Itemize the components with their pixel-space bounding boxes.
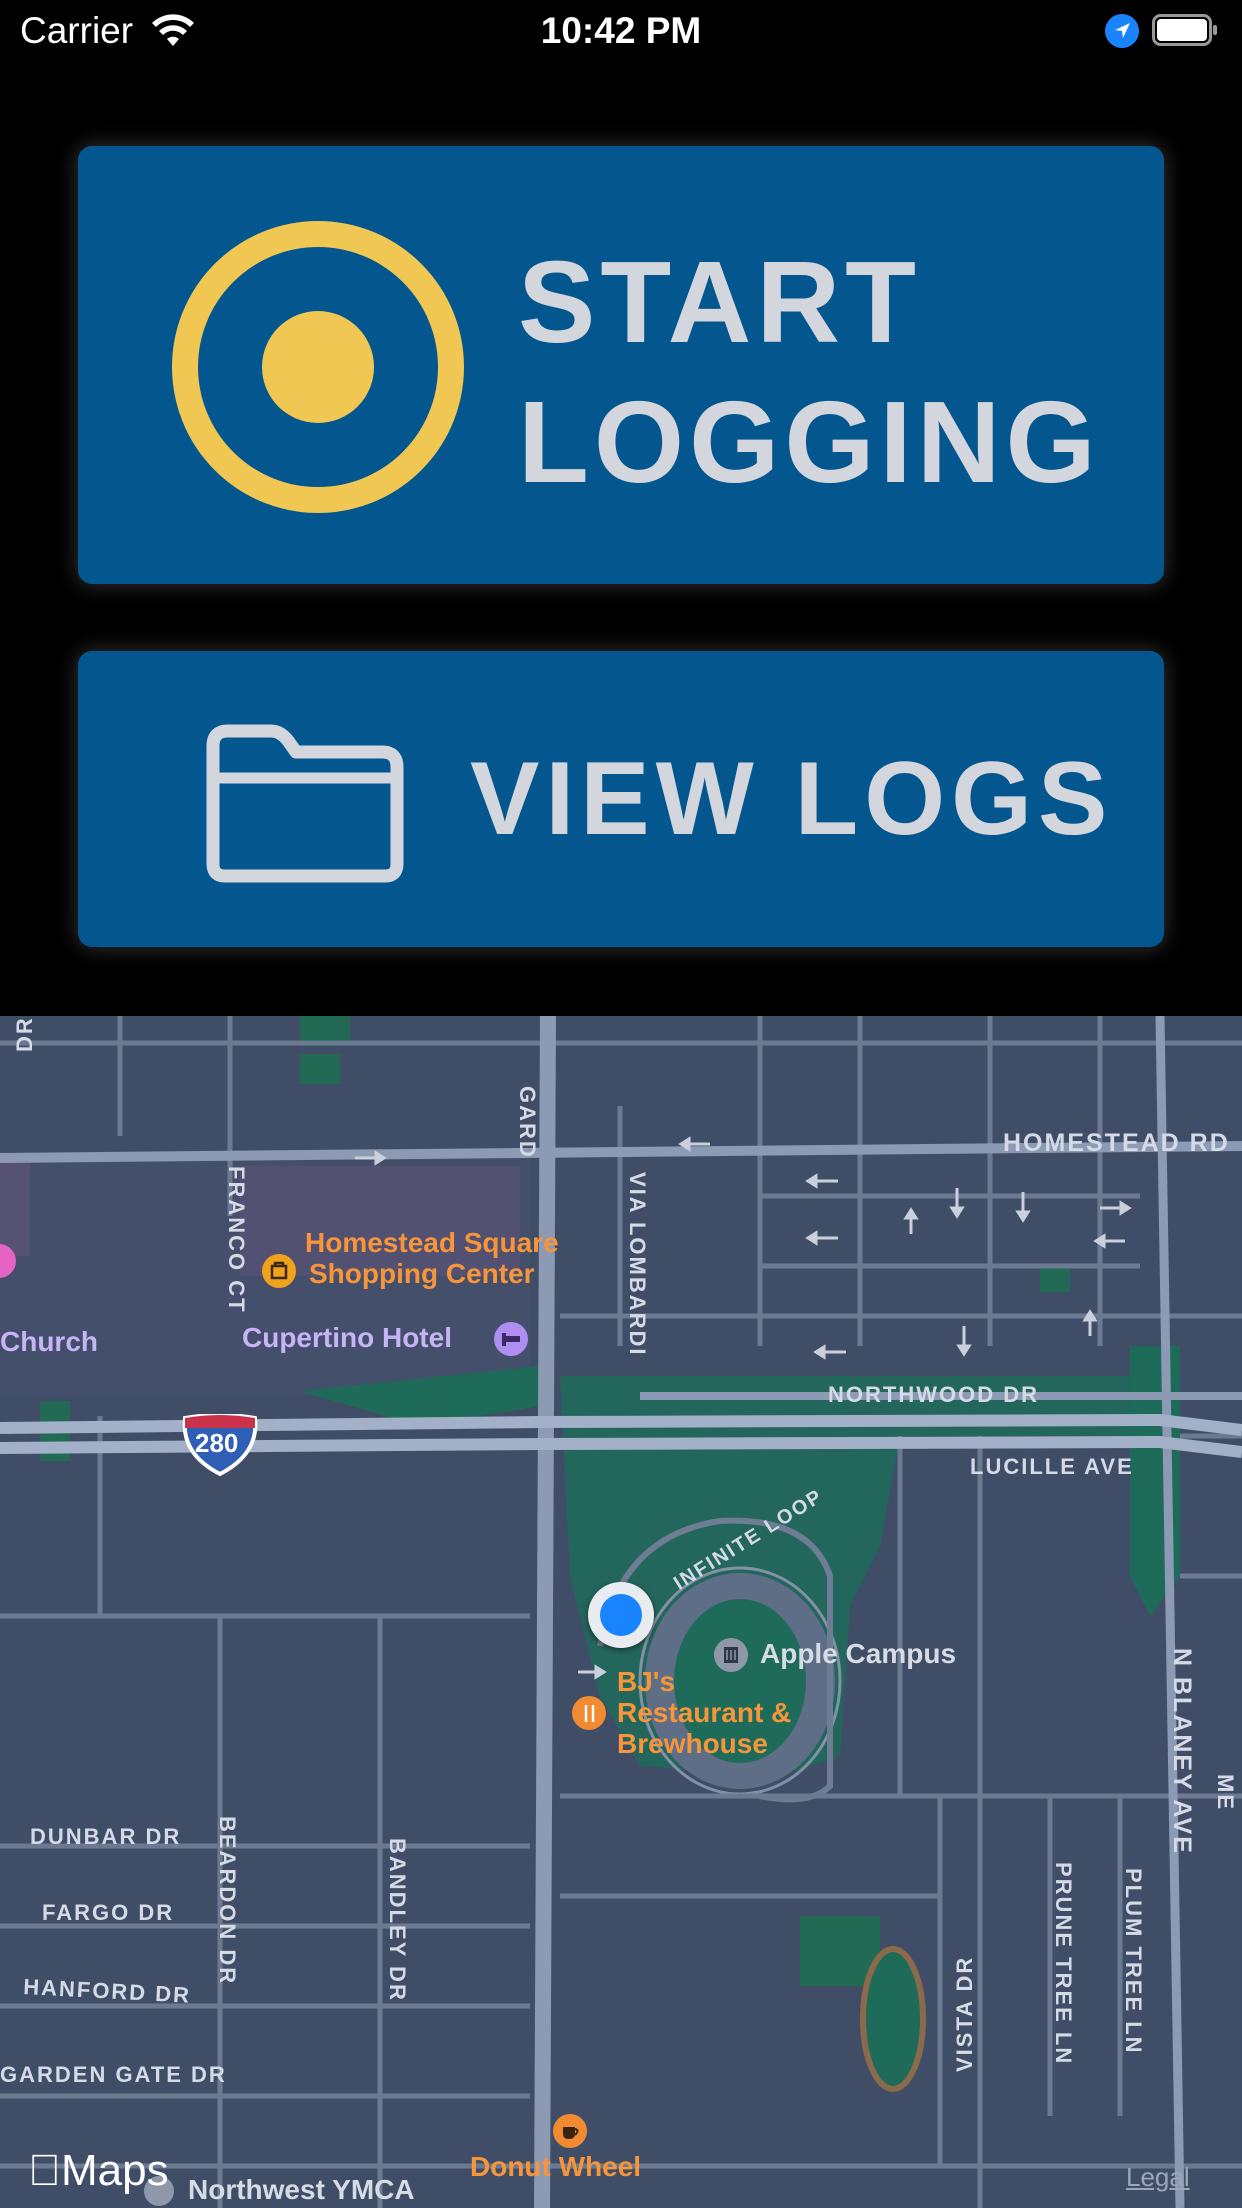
street-label: FARGO DR (42, 1900, 175, 1925)
apple-logo-icon:  (28, 2146, 61, 2195)
interstate-280-label: 280 (195, 1428, 239, 1458)
map-view[interactable]: DR GARD HOMESTEAD RD FRANCO CT VIA LOMBA… (0, 1016, 1242, 2208)
view-logs-label: VIEW LOGS (470, 741, 1114, 857)
poi-northwest-ymca[interactable]: Northwest YMCA (188, 2174, 415, 2206)
street-label: HOMESTEAD RD (1003, 1129, 1230, 1157)
poi-bjs-line2: Restaurant & (617, 1697, 792, 1728)
poi-cupertino-hotel[interactable]: Cupertino Hotel (242, 1322, 452, 1354)
street-label: N BLANEY AVE (1168, 1648, 1196, 1855)
poi-homestead-square-line2: Shopping Center (309, 1258, 535, 1289)
street-label: DUNBAR DR (30, 1824, 182, 1849)
poi-homestead-square-line1: Homestead Square (305, 1227, 559, 1258)
street-label: VIA LOMBARDI (625, 1172, 650, 1357)
restaurant-pin-icon[interactable] (572, 1696, 606, 1730)
start-logging-button[interactable]: START LOGGING (78, 146, 1164, 584)
view-logs-button[interactable]: VIEW LOGS (78, 651, 1164, 947)
battery-icon (1152, 14, 1217, 46)
street-label: LUCILLE AVE (970, 1454, 1134, 1479)
start-logging-line1: START (518, 237, 922, 367)
location-services-icon (1105, 14, 1139, 48)
hotel-pin-icon[interactable] (494, 1322, 528, 1356)
legal-link[interactable]: Legal (1126, 2162, 1190, 2193)
record-icon (172, 221, 464, 513)
apple-maps-logo: Maps (28, 2146, 169, 2196)
street-label: PRUNE TREE LN (1051, 1862, 1076, 2066)
poi-homestead-square[interactable]: Homestead Square Shopping Center (305, 1227, 559, 1289)
maps-wordmark: Maps (28, 2146, 169, 2195)
street-label: DR (12, 1016, 37, 1052)
street-label: GARD (515, 1086, 540, 1159)
poi-bjs-line3: Brewhouse (617, 1728, 768, 1759)
poi-bjs-line1: BJ's (617, 1666, 676, 1697)
shopping-pin-icon[interactable] (262, 1254, 296, 1288)
start-logging-line2: LOGGING (518, 377, 1101, 507)
street-label: ME (1213, 1774, 1238, 1811)
street-label: VISTA DR (952, 1955, 977, 2072)
status-bar: Carrier 10:42 PM (0, 0, 1242, 62)
cafe-pin-icon[interactable] (553, 2114, 587, 2148)
poi-donut-wheel[interactable]: Donut Wheel (470, 2151, 641, 2182)
street-label: BEARDON DR (215, 1816, 240, 1986)
street-label: NORTHWOOD DR (828, 1382, 1039, 1407)
street-label: GARDEN GATE DR (0, 2062, 227, 2087)
status-time: 10:42 PM (540, 10, 702, 51)
street-label: BANDLEY DR (385, 1838, 410, 2002)
street-label: FRANCO CT (224, 1166, 249, 1314)
street-label: PLUM TREE LN (1121, 1868, 1146, 2055)
poi-church[interactable]: Church (0, 1326, 98, 1358)
user-location-dot[interactable] (588, 1582, 654, 1648)
poi-bjs-restaurant[interactable]: BJ's Restaurant & Brewhouse (617, 1666, 791, 1759)
start-logging-label: START LOGGING (518, 232, 1101, 512)
folder-icon (206, 724, 404, 883)
